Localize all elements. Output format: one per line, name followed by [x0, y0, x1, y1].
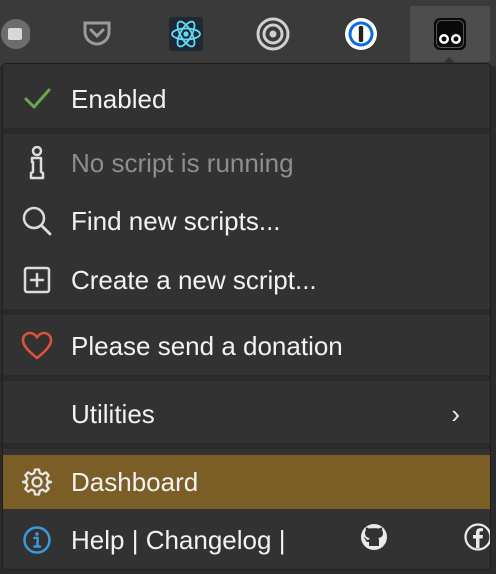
create-script-item[interactable]: Create a new script...: [3, 251, 490, 309]
enabled-toggle[interactable]: Enabled: [3, 70, 490, 128]
menu-divider: [3, 309, 490, 315]
extension-popup-menu: Enabled No script is running Find new sc…: [2, 63, 491, 570]
social-links: [287, 492, 490, 570]
donation-item[interactable]: Please send a donation: [3, 317, 490, 375]
find-scripts-item[interactable]: Find new scripts...: [3, 192, 490, 250]
script-status-icon: [19, 145, 55, 181]
link-divider: |: [271, 524, 286, 555]
extension-icon[interactable]: [0, 6, 50, 62]
donation-label: Please send a donation: [71, 330, 343, 361]
help-link[interactable]: Help: [71, 525, 124, 556]
chevron-right-icon: ›: [451, 398, 460, 429]
create-script-label: Create a new script...: [71, 264, 317, 295]
userscript-manager-icon[interactable]: [410, 6, 490, 62]
menu-divider: [3, 443, 490, 449]
browser-toolbar: [0, 0, 496, 66]
react-devtools-icon[interactable]: [146, 6, 226, 62]
pocket-icon[interactable]: [57, 6, 137, 62]
utilities-item[interactable]: Utilities ›: [3, 385, 490, 443]
menu-divider: [3, 375, 490, 381]
add-square-icon: [19, 262, 55, 298]
utilities-label: Utilities: [71, 398, 155, 429]
help-links: Help | Changelog |: [71, 492, 490, 570]
no-script-label: No script is running: [71, 147, 294, 178]
no-script-status: No script is running: [3, 134, 490, 192]
info-icon: [19, 522, 55, 558]
gear-icon: [19, 464, 55, 500]
find-scripts-label: Find new scripts...: [71, 205, 281, 236]
enabled-label: Enabled: [71, 83, 167, 114]
changelog-link[interactable]: Changelog: [146, 525, 272, 556]
record-icon[interactable]: [233, 6, 313, 62]
github-icon[interactable]: [287, 492, 391, 570]
link-divider: |: [124, 524, 146, 555]
onepassword-icon[interactable]: [321, 6, 401, 62]
help-row: Help | Changelog |: [3, 511, 490, 569]
checkmark-icon: [19, 81, 55, 117]
heart-icon: [19, 328, 55, 364]
search-icon: [19, 203, 55, 239]
facebook-icon[interactable]: [392, 492, 490, 570]
